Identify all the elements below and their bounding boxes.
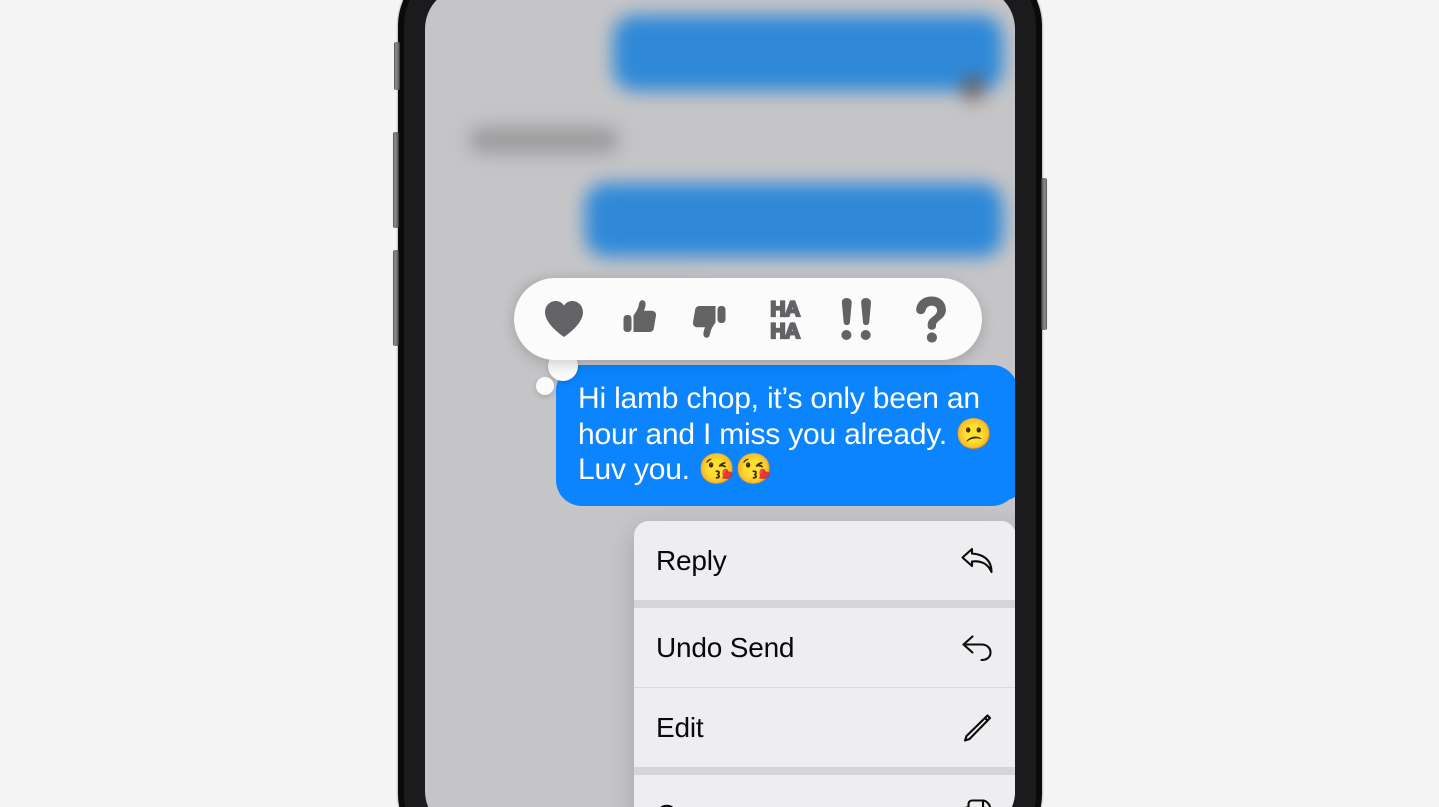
thumbs-up-icon[interactable] (610, 291, 666, 347)
volume-up-button[interactable] (393, 132, 399, 228)
svg-text:HA: HA (770, 298, 800, 321)
background-label-blob (469, 127, 619, 153)
message-context-menu[interactable]: Reply Undo Send Edit (634, 521, 1015, 807)
menu-item-label: Copy (656, 799, 721, 807)
menu-item-label: Reply (656, 544, 727, 576)
phone-screen: Hi lamb chop, it’s only been an hour and… (425, 0, 1015, 807)
message-line-3: Luv you. 😘😘 (578, 453, 773, 486)
haha-icon[interactable]: HA HA (757, 291, 813, 347)
question-mark-icon[interactable] (904, 291, 960, 347)
selected-message-bubble[interactable]: Hi lamb chop, it’s only been an hour and… (556, 365, 1015, 506)
menu-item-copy[interactable]: Copy (634, 775, 1015, 807)
heart-icon[interactable] (536, 291, 592, 347)
reaction-bar-tail-small-dot (536, 377, 554, 395)
menu-item-reply[interactable]: Reply (634, 521, 1015, 600)
message-line-2: hour and I miss you already. 😕 (578, 417, 993, 451)
double-exclamation-icon[interactable] (830, 291, 886, 347)
thumbs-down-icon[interactable] (683, 291, 739, 347)
power-button[interactable] (1041, 178, 1047, 330)
reply-arrow-icon (960, 544, 994, 578)
phone-device: Hi lamb chop, it’s only been an hour and… (393, 0, 1047, 807)
menu-item-label: Edit (656, 711, 704, 743)
background-message-bubble (613, 15, 1003, 101)
tapback-reaction-bar[interactable]: HA HA (514, 278, 982, 360)
menu-item-label: Undo Send (656, 631, 795, 663)
menu-item-undo-send[interactable]: Undo Send (634, 608, 1015, 687)
volume-down-button[interactable] (393, 250, 399, 346)
background-message-bubble (585, 183, 1003, 257)
menu-separator (634, 767, 1015, 775)
screenshot-stage: Hi lamb chop, it’s only been an hour and… (0, 0, 1439, 807)
pencil-icon (960, 711, 994, 745)
message-line-1: Hi lamb chop, it’s only been an (578, 382, 980, 415)
menu-item-edit[interactable]: Edit (634, 688, 1015, 767)
undo-arrow-icon (960, 631, 994, 665)
copy-documents-icon (960, 798, 994, 807)
menu-separator (634, 600, 1015, 608)
background-emoji-blob (963, 75, 983, 101)
silent-switch-button[interactable] (394, 42, 400, 90)
svg-text:HA: HA (770, 320, 800, 342)
